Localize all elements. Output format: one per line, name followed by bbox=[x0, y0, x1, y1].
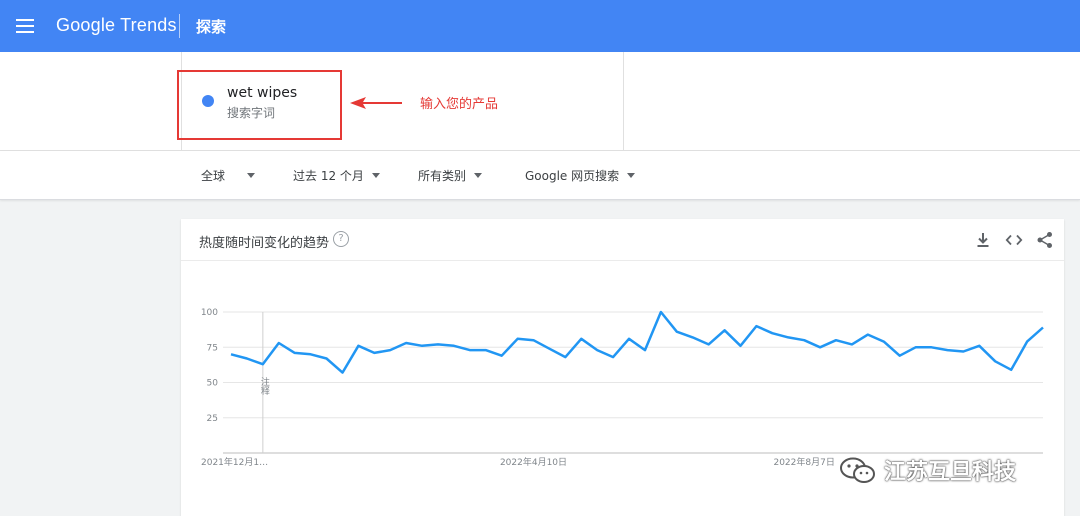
x-tick-label: 2021年12月1… bbox=[201, 456, 268, 468]
annotation-highlight-box bbox=[177, 70, 342, 140]
help-icon[interactable]: ? bbox=[333, 231, 349, 247]
y-tick-label: 75 bbox=[207, 343, 218, 353]
annotation-arrow-icon bbox=[350, 97, 402, 109]
wechat-logo-icon bbox=[840, 457, 875, 483]
annotation-text: 输入您的产品 bbox=[420, 97, 499, 112]
y-tick-label: 50 bbox=[207, 379, 219, 389]
series-line bbox=[230, 310, 1044, 374]
interest-line-chart: 100 75 50 25 注释 2021年12月1… 2022年4月10日 2022年8月7日 bbox=[201, 308, 1044, 468]
x-tick-label: 2022年8月7日 bbox=[773, 456, 834, 468]
card-title: 热度随时间变化的趋势 bbox=[199, 236, 330, 251]
annotation-marker-label: 注释 bbox=[259, 376, 270, 396]
search-term-bar: wet wipes 搜索字词 +比较 bbox=[0, 52, 1080, 171]
filter-category[interactable]: 所有类别 bbox=[418, 167, 483, 184]
filter-bar: 全球 过去 12 个月 所有类别 Google 网页搜索 bbox=[0, 151, 1080, 200]
share-icon[interactable] bbox=[1036, 231, 1054, 249]
filter-search-type[interactable]: Google 网页搜索 bbox=[525, 167, 636, 184]
embed-code-icon[interactable] bbox=[1005, 231, 1023, 249]
page-title: 探索 bbox=[196, 18, 227, 36]
appbar-divider bbox=[179, 14, 180, 38]
chevron-down-icon bbox=[247, 173, 256, 178]
chevron-down-icon bbox=[627, 173, 636, 178]
google-trends-logo[interactable]: Google Trends bbox=[56, 15, 177, 36]
chevron-down-icon bbox=[371, 173, 380, 178]
x-tick-label: 2022年4月10日 bbox=[500, 456, 567, 468]
app-bar: Google Trends 探索 bbox=[0, 0, 1080, 52]
filter-region[interactable]: 全球 bbox=[201, 167, 256, 184]
filter-time[interactable]: 过去 12 个月 bbox=[293, 167, 380, 184]
chevron-down-icon bbox=[474, 173, 483, 178]
card-header: 热度随时间变化的趋势 ? bbox=[181, 219, 1064, 261]
watermark: 江苏互旦科技 bbox=[838, 453, 1016, 487]
y-tick-label: 100 bbox=[201, 308, 218, 318]
menu-icon[interactable] bbox=[14, 16, 36, 36]
y-tick-label: 25 bbox=[207, 414, 218, 424]
download-icon[interactable] bbox=[974, 231, 992, 249]
